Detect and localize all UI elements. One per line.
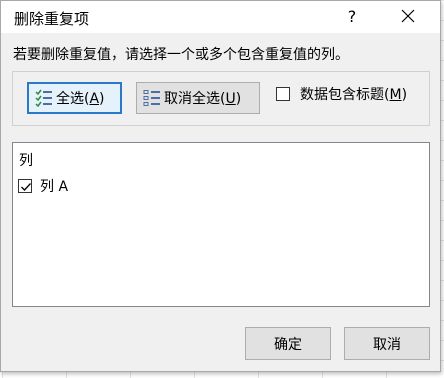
- cancel-button[interactable]: 取消: [344, 327, 430, 360]
- has-headers-checkbox[interactable]: 数据包含标题(M): [276, 84, 407, 104]
- unselect-all-label: 取消全选(U): [164, 91, 242, 107]
- has-headers-checkbox-box[interactable]: [276, 87, 290, 101]
- column-item-label: 列 A: [40, 179, 69, 195]
- unselect-all-button[interactable]: 取消全选(U): [136, 82, 260, 114]
- select-all-icon: [35, 89, 53, 107]
- column-checkbox[interactable]: [18, 179, 32, 193]
- has-headers-label: 数据包含标题(M): [300, 87, 408, 103]
- help-button[interactable]: ?: [342, 5, 362, 29]
- select-all-label: 全选(A): [56, 91, 105, 107]
- close-icon: [401, 9, 415, 23]
- ok-button[interactable]: 确定: [245, 327, 331, 360]
- check-icon: [21, 183, 31, 191]
- columns-header: 列: [19, 153, 33, 169]
- unselect-all-icon: [143, 89, 161, 107]
- column-item[interactable]: 列 A: [18, 176, 68, 196]
- columns-listbox[interactable]: 列 列 A: [12, 142, 430, 307]
- dialog-title: 删除重复项: [14, 10, 90, 28]
- select-all-button[interactable]: 全选(A): [27, 82, 122, 114]
- close-button[interactable]: [395, 5, 421, 29]
- title-bar: 删除重复项 ?: [1, 1, 440, 33]
- instruction-text: 若要删除重复值，请选择一个或多个包含重复值的列。: [13, 47, 349, 63]
